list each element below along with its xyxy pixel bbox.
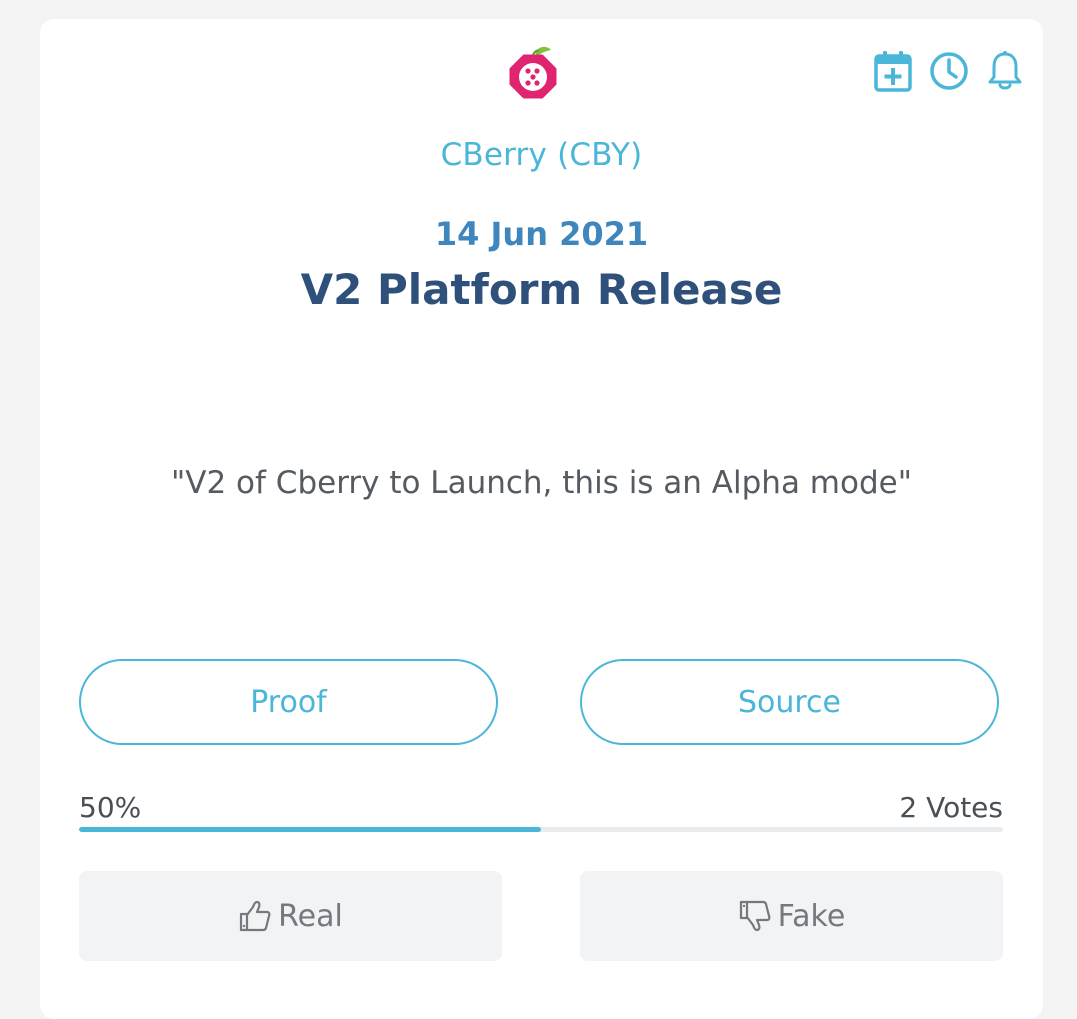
- clock-icon: [930, 52, 968, 90]
- vote-real-button[interactable]: Real: [79, 871, 502, 961]
- calendar-plus-icon: [874, 51, 912, 92]
- event-title: V2 Platform Release: [300, 265, 783, 314]
- vote-fake-button[interactable]: Fake: [580, 871, 1003, 961]
- event-card: CBerry (CBY) 14 Jun 2021 V2 Platform Rel…: [40, 19, 1043, 1019]
- event-actions: [873, 49, 1025, 93]
- vote-progress-bar: [79, 827, 1003, 832]
- vote-count: 2 Votes: [899, 791, 1003, 824]
- coin-name-link[interactable]: CBerry (CBY): [40, 137, 1043, 173]
- bell-icon: [988, 51, 1022, 90]
- vote-summary: 50% 2 Votes: [79, 791, 1003, 824]
- add-to-calendar-button[interactable]: [873, 49, 913, 93]
- vote-real-label: Real: [278, 898, 343, 934]
- source-button[interactable]: Source: [580, 659, 999, 745]
- notify-bell-button[interactable]: [985, 49, 1025, 93]
- event-date: 14 Jun 2021: [434, 215, 649, 253]
- thumbs-up-icon: [240, 900, 271, 932]
- vote-fake-label: Fake: [777, 898, 846, 934]
- vote-percent: 50%: [79, 791, 142, 824]
- reminder-clock-button[interactable]: [929, 49, 969, 93]
- thumbs-down-icon: [739, 900, 771, 932]
- vote-progress-fill: [79, 827, 541, 832]
- proof-button[interactable]: Proof: [79, 659, 498, 745]
- event-description: "V2 of Cberry to Launch, this is an Alph…: [171, 465, 912, 501]
- strawberry-logo-icon: [509, 46, 557, 99]
